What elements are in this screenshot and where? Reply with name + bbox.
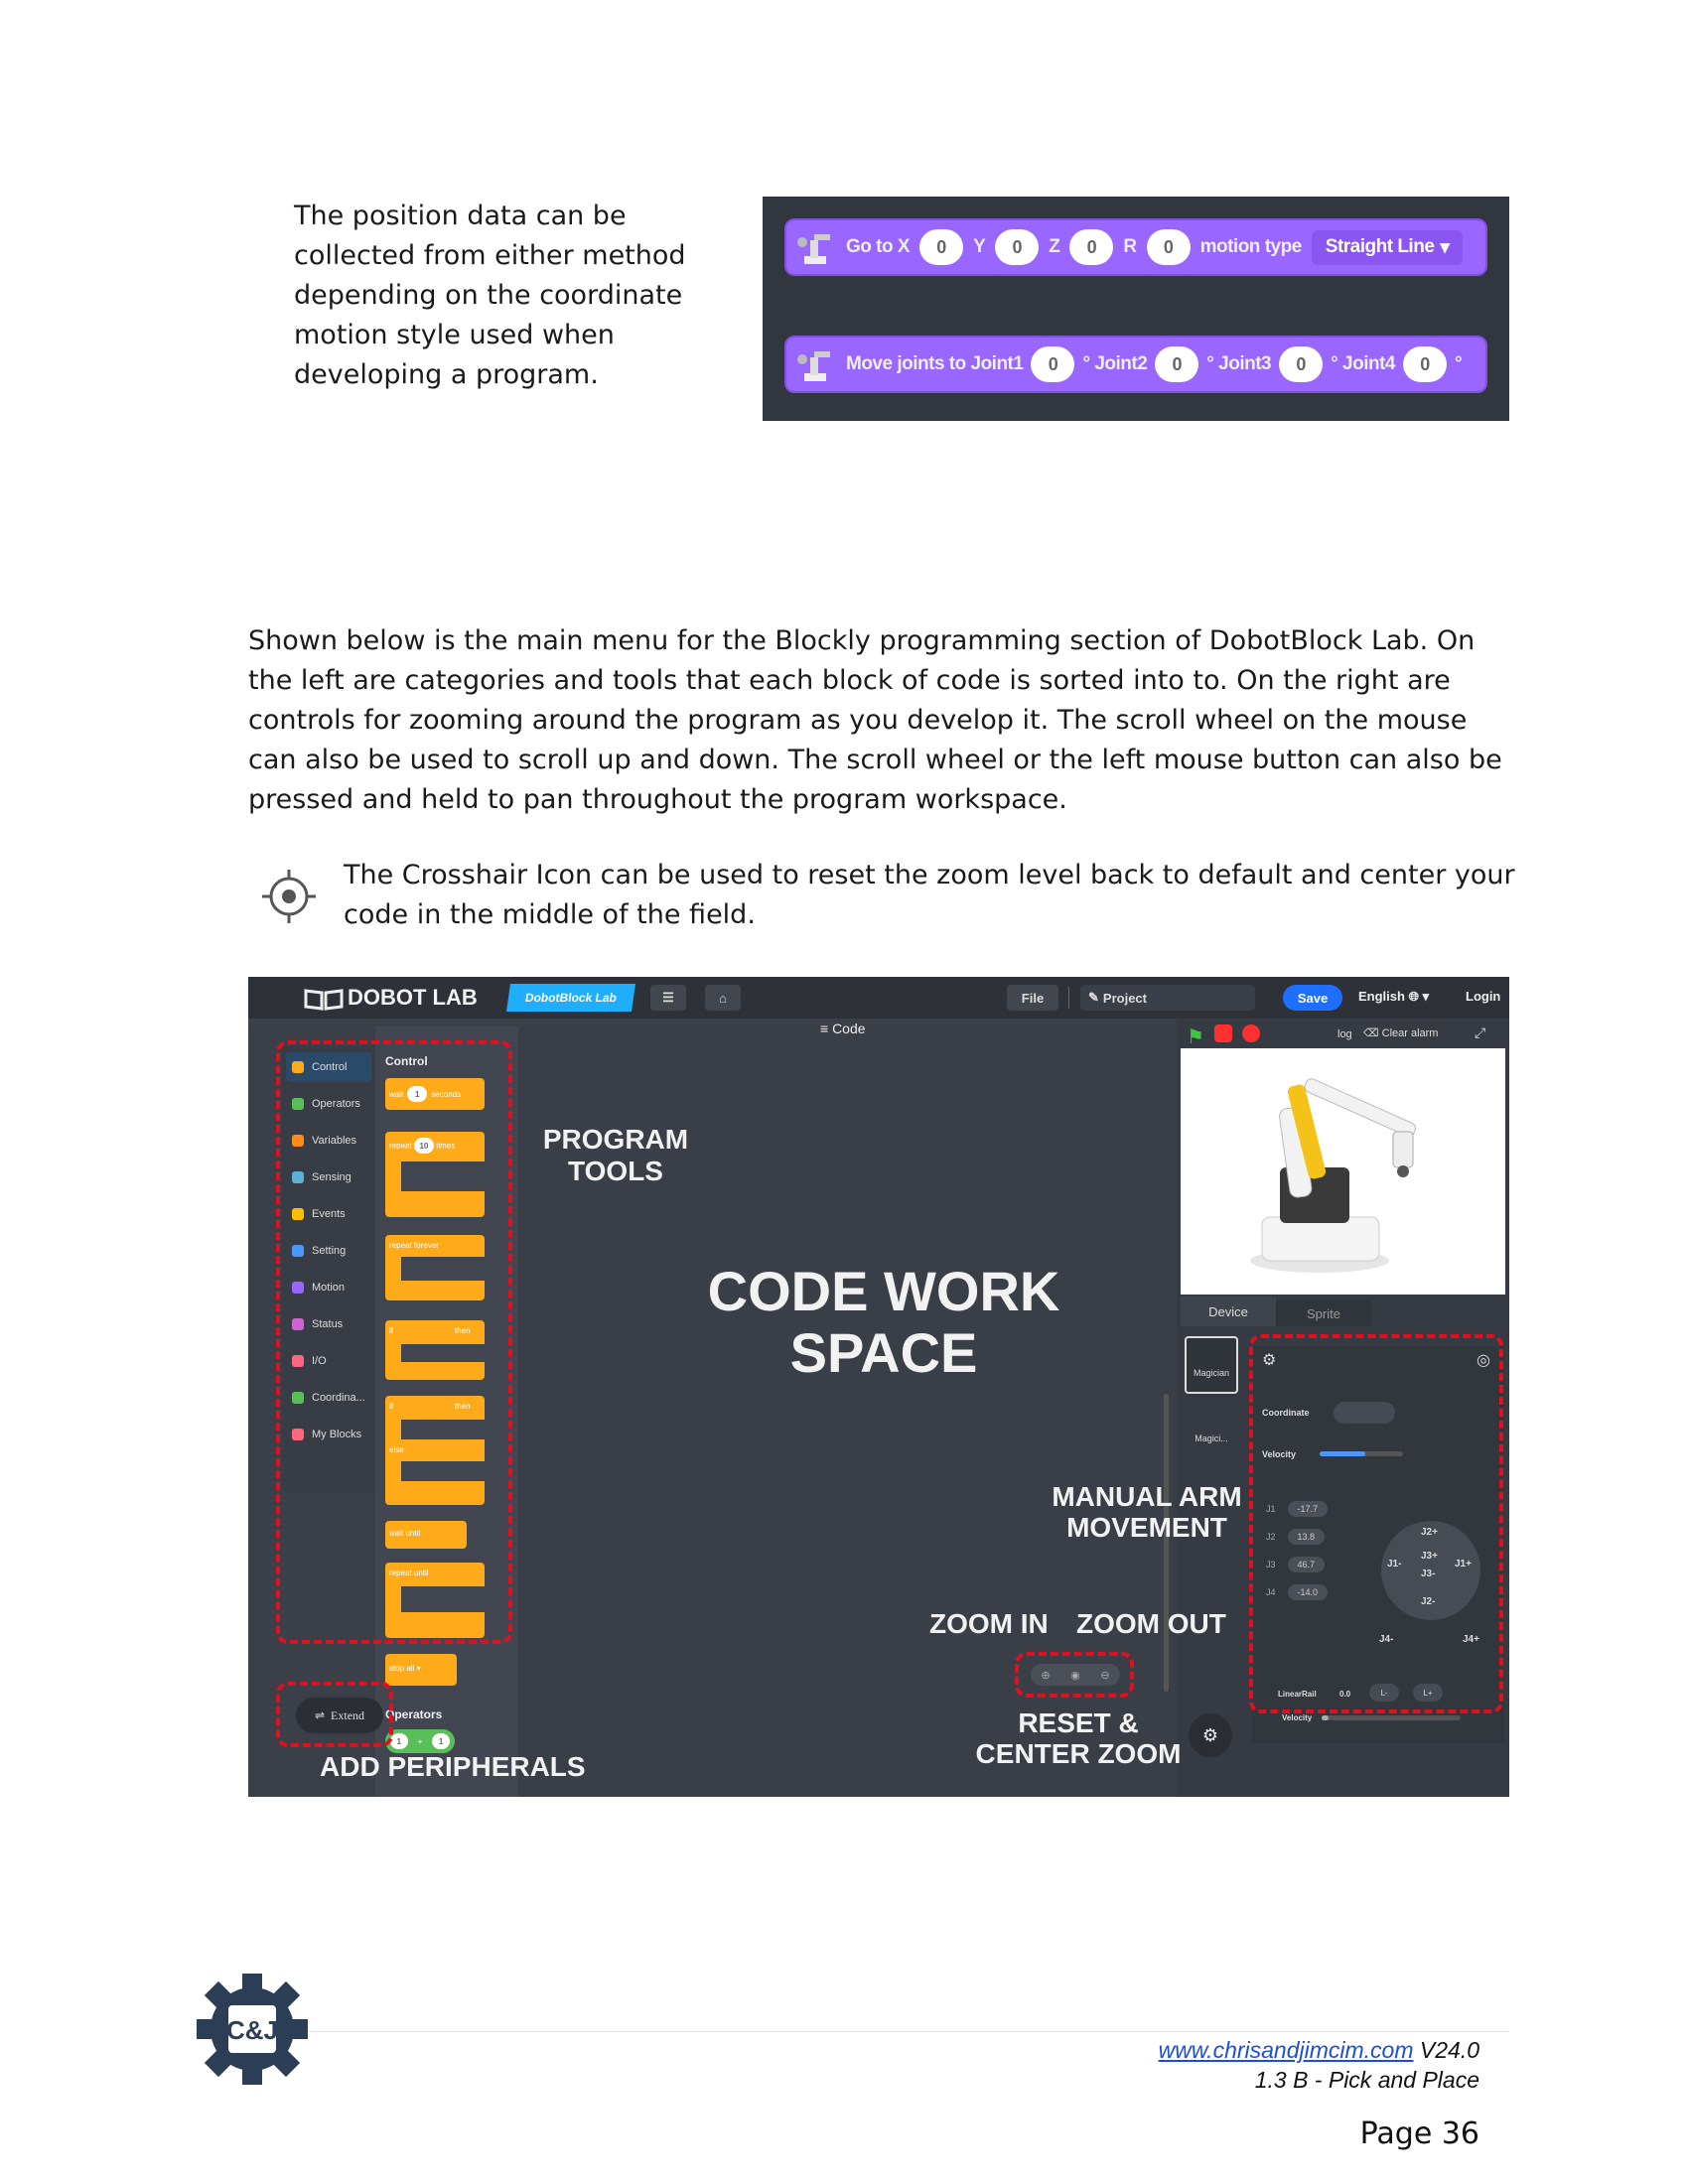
scrollbar[interactable] <box>1164 1394 1169 1692</box>
dobotblock-editor-screenshot: DOBOT LAB DobotBlock Lab ☰ ⌂ File ✎ Proje… <box>248 977 1509 1797</box>
x-input[interactable]: 0 <box>919 229 964 265</box>
website-link[interactable]: www.chrisandjimcim.com <box>1159 2037 1414 2063</box>
page-number: Page 36 <box>1359 2116 1479 2151</box>
clear-icon: ⌫ <box>1363 1027 1382 1039</box>
tab-device[interactable]: Device <box>1181 1297 1276 1326</box>
device-card-magician[interactable]: Magician <box>1185 1336 1238 1394</box>
label-zoom-out: ZOOM OUT <box>1076 1608 1226 1639</box>
top-bar: DOBOT LAB DobotBlock Lab ☰ ⌂ File ✎ Proje… <box>248 977 1509 1019</box>
login-link[interactable]: Login <box>1466 989 1500 1004</box>
book-logo-icon <box>304 989 344 1011</box>
save-button[interactable]: Save <box>1283 985 1342 1011</box>
joint1-input[interactable]: 0 <box>1031 346 1075 382</box>
chapter-label: 1.3 B - Pick and Place <box>1254 2067 1479 2093</box>
annotation-box-manual-arm <box>1249 1334 1503 1713</box>
robot-arm-icon <box>797 234 830 264</box>
caret-down-icon: ▾ <box>1440 236 1450 258</box>
edit-icon: ✎ <box>1088 990 1099 1005</box>
clear-alarm-button[interactable]: ⌫ Clear alarm <box>1363 1026 1438 1039</box>
stop-icon[interactable] <box>1214 1024 1232 1042</box>
crosshair-icon <box>262 870 316 923</box>
annotation-box-zoom <box>1015 1652 1134 1698</box>
logo-text: C&J <box>226 2015 278 2045</box>
fullscreen-icon[interactable]: ⤢ <box>1475 1024 1485 1041</box>
label-add-peripherals: ADD PERIPHERALS <box>320 1751 586 1782</box>
crosshair-text: The Crosshair Icon can be used to reset … <box>344 860 1515 930</box>
globe-icon: 🌐︎ <box>1408 989 1419 1004</box>
home-icon[interactable]: ⌂ <box>705 985 741 1011</box>
emergency-icon[interactable] <box>1242 1024 1260 1042</box>
code-icon: ≡ <box>820 1021 833 1036</box>
label-manual-arm: MANUAL ARM MOVEMENT <box>1052 1481 1242 1543</box>
robot-arm-icon <box>797 351 830 381</box>
app-badge[interactable]: DobotBlock Lab <box>506 984 635 1012</box>
rail-velocity-label: Velocity <box>1282 1713 1313 1722</box>
green-flag-icon[interactable]: ⚑ <box>1187 1024 1204 1049</box>
joint4-input[interactable]: 0 <box>1402 346 1447 382</box>
label-reset-center: RESET & CENTER ZOOM <box>975 1707 1182 1769</box>
cj-gear-logo: C&J <box>197 1974 308 2085</box>
label-zoom-in: ZOOM IN <box>929 1608 1049 1639</box>
motion-type-dropdown[interactable]: Straight Line ▾ <box>1311 229 1464 265</box>
annotation-box-extend <box>276 1682 393 1747</box>
rail-velocity-fill <box>1322 1715 1329 1720</box>
annotation-box-program-tools <box>276 1040 512 1644</box>
label-code-workspace: CODE WORK SPACE <box>707 1260 1060 1384</box>
footer-info: www.chrisandjimcim.com V24.0 1.3 B - Pic… <box>1158 2037 1479 2093</box>
move-joints-block: Move joints to Joint1 0 ° Joint2 0 ° Joi… <box>784 336 1487 393</box>
divider <box>1068 987 1069 1009</box>
main-paragraph: Shown below is the main menu for the Blo… <box>248 625 1502 815</box>
goto-block: Go to X 0 Y 0 Z 0 R 0 motion type Straig… <box>784 218 1487 276</box>
r-input[interactable]: 0 <box>1146 229 1191 265</box>
z-input[interactable]: 0 <box>1069 229 1114 265</box>
label-program-tools: PROGRAM TOOLS <box>542 1124 689 1186</box>
tab-sprite[interactable]: Sprite <box>1276 1300 1371 1326</box>
rail-velocity-slider[interactable] <box>1322 1715 1461 1720</box>
footer-divider <box>199 2031 1509 2032</box>
log-link[interactable]: log <box>1337 1028 1352 1040</box>
add-block[interactable]: 1 +1 <box>385 1729 455 1753</box>
robot-preview <box>1181 1048 1505 1295</box>
menu-icon[interactable]: ☰ <box>650 985 686 1011</box>
file-button[interactable]: File <box>1007 985 1058 1011</box>
intro-text: The position data can be collected from … <box>294 201 686 390</box>
operators-title: Operators <box>385 1707 443 1721</box>
code-tab[interactable]: ≡ Code <box>820 1021 866 1036</box>
y-input[interactable]: 0 <box>995 229 1040 265</box>
joint2-input[interactable]: 0 <box>1155 346 1199 382</box>
motion-blocks-image: Go to X 0 Y 0 Z 0 R 0 motion type Straig… <box>763 197 1509 421</box>
stop-block[interactable]: stop all ▾ <box>385 1654 457 1686</box>
language-select[interactable]: English 🌐︎ ▾ <box>1358 989 1429 1005</box>
dobot-magician-image <box>1250 1078 1416 1273</box>
device-card-magician-2[interactable]: Magici... <box>1185 1400 1238 1453</box>
joint3-input[interactable]: 0 <box>1279 346 1324 382</box>
brand-title: DOBOT LAB <box>348 985 478 1010</box>
project-name-field[interactable]: ✎ Project <box>1080 985 1255 1011</box>
